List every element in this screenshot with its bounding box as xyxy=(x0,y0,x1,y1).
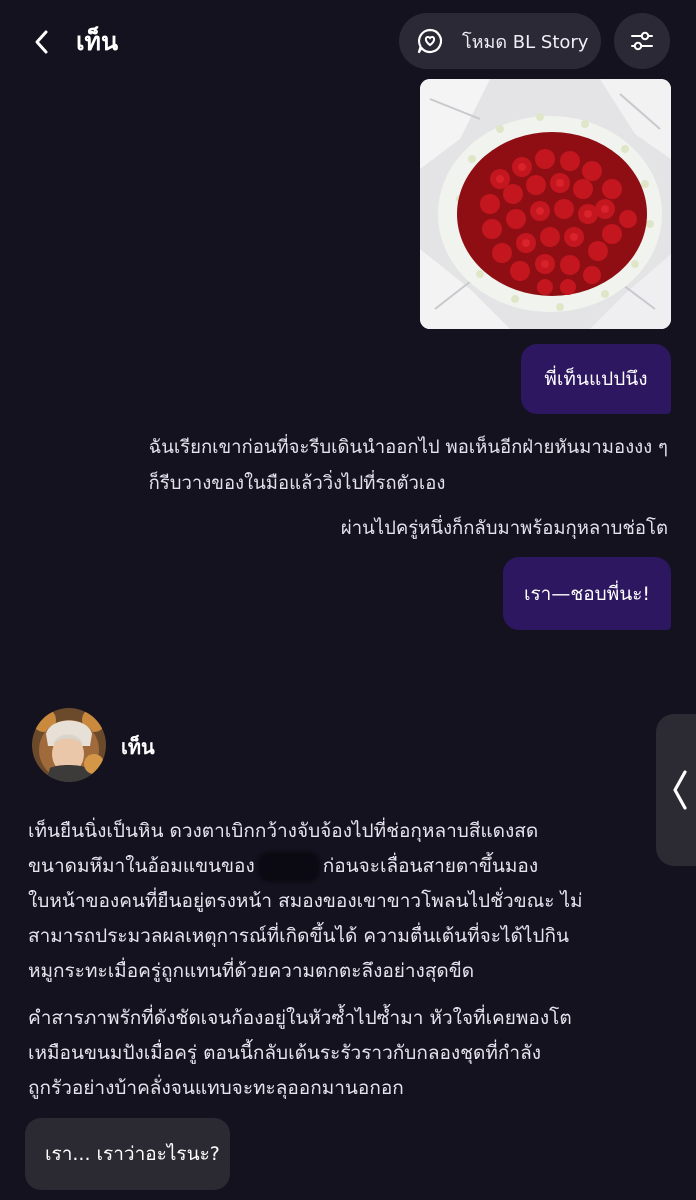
bot-line-part: ขนาดมหึมาในอ้อมแขนของ xyxy=(28,855,255,877)
bot-line-part: ก่อนจะเลื่อนสายตาขึ้นมอง xyxy=(322,855,539,877)
bot-line: เท็นยืนนิ่งเป็นหิน ดวงตาเบิกกว้างจับจ้อง… xyxy=(28,820,539,842)
top-bar: เท็น โหมด BL Story xyxy=(0,0,696,82)
bot-line: ถูกรัวอย่างบ้าคลั่งจนแทบจะทะลุออกมานอกอก xyxy=(28,1077,404,1099)
bot-message-paragraph: คำสารภาพรักที่ดังชัดเจนก้องอยู่ในหัวซ้ำไ… xyxy=(28,1001,668,1106)
user-message-bubble[interactable]: เรา—ชอบพี่นะ! xyxy=(503,557,671,630)
reply-choice-text: เรา... เราว่าอะไรนะ? xyxy=(45,1143,220,1165)
bot-line: คำสารภาพรักที่ดังชัดเจนก้องอยู่ในหัวซ้ำไ… xyxy=(28,1007,572,1029)
sliders-icon xyxy=(631,31,653,51)
user-narration: ผ่านไปครู่หนึ่งก็กลับมาพร้อมกุหลาบช่อโต xyxy=(341,511,668,547)
narration-line: ก็รีบวางของในมือแล้ววิ่งไปที่รถตัวเอง xyxy=(148,473,446,494)
bl-story-mode-button[interactable]: โหมด BL Story xyxy=(399,13,601,69)
bot-line: เหมือนขนมปังเมื่อครู่ ตอนนี้กลับเต้นระรั… xyxy=(28,1042,541,1064)
bot-line: ขนาดมหึมาในอ้อมแขนของ ก่อนจะเลื่อนสายตาขึ… xyxy=(28,849,668,884)
user-message-text: พี่เท็นแปปนึง xyxy=(544,368,648,390)
bot-line: หมูกระทะเมื่อครู่ถูกแทนที่ด้วยความตกตะลึ… xyxy=(28,960,475,982)
bot-line: สามารถประมวลผลเหตุการณ์ที่เกิดขึ้นได้ คว… xyxy=(28,925,569,947)
settings-button[interactable] xyxy=(614,13,670,69)
redacted-text xyxy=(257,851,320,882)
character-avatar[interactable] xyxy=(32,708,106,782)
character-name: เท็น xyxy=(121,735,155,759)
rose-bouquet-image[interactable] xyxy=(420,79,671,329)
bot-line: ใบหน้าของคนที่ยืนอยู่ตรงหน้า สมองของเขาข… xyxy=(28,890,583,912)
user-narration: ฉันเรียกเขาก่อนที่จะรีบเดินนำออกไป พอเห็… xyxy=(149,430,668,502)
chevron-left-icon xyxy=(35,30,48,54)
narration-line: ผ่านไปครู่หนึ่งก็กลับมาพร้อมกุหลาบช่อโต xyxy=(340,518,668,539)
user-message-bubble[interactable]: พี่เท็นแปปนึง xyxy=(521,344,671,414)
user-message-text: เรา—ชอบพี่นะ! xyxy=(523,582,651,605)
chevron-left-icon xyxy=(673,770,687,810)
narration-line: ฉันเรียกเขาก่อนที่จะรีบเดินนำออกไป พอเห็… xyxy=(148,437,668,458)
chat-title: เท็น xyxy=(76,27,119,56)
mode-label: โหมด BL Story xyxy=(462,31,589,53)
bot-message-paragraph: เท็นยืนนิ่งเป็นหิน ดวงตาเบิกกว้างจับจ้อง… xyxy=(28,814,668,989)
back-button[interactable] xyxy=(22,22,62,62)
chat-heart-icon xyxy=(416,27,444,55)
reply-choice-bubble[interactable]: เรา... เราว่าอะไรนะ? xyxy=(25,1118,230,1190)
